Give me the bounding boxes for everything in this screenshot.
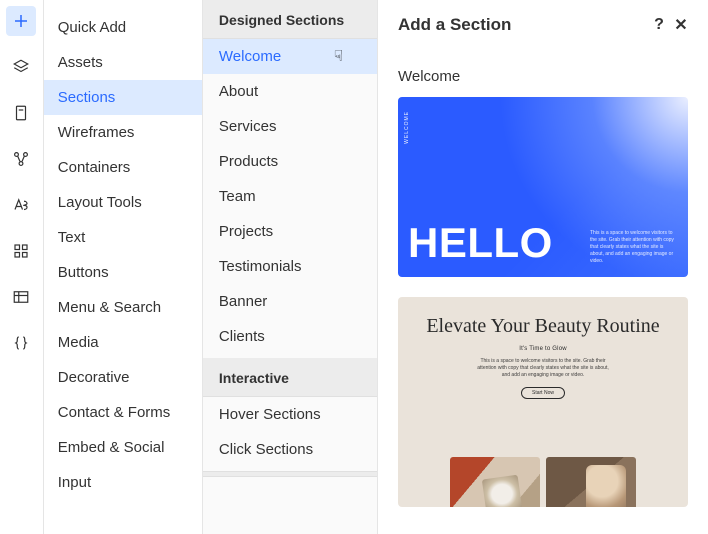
- sub-item-products[interactable]: Products: [203, 144, 377, 179]
- plus-icon[interactable]: [6, 6, 36, 36]
- sub-item-about[interactable]: About: [203, 74, 377, 109]
- beauty-image-2: [546, 457, 636, 507]
- hello-blurb: This is a space to welcome visitors to t…: [590, 230, 678, 265]
- preview-list: WELCOME HELLO This is a space to welcome…: [378, 97, 708, 534]
- category-quick-add[interactable]: Quick Add: [44, 10, 202, 45]
- braces-icon[interactable]: [6, 328, 36, 358]
- preview-panel: Add a Section ? ✕ Welcome WELCOME HELLO …: [378, 0, 708, 534]
- layers-icon[interactable]: [6, 52, 36, 82]
- beauty-subtitle: It's Time to Glow: [398, 346, 688, 352]
- text-style-icon[interactable]: [6, 190, 36, 220]
- category-embed-social[interactable]: Embed & Social: [44, 430, 202, 465]
- sub-item-services[interactable]: Services: [203, 109, 377, 144]
- preview-card-hello[interactable]: WELCOME HELLO This is a space to welcome…: [398, 97, 688, 277]
- page-icon[interactable]: [6, 98, 36, 128]
- category-panel: Quick Add Assets Sections Wireframes Con…: [44, 0, 203, 534]
- sub-item-team[interactable]: Team: [203, 179, 377, 214]
- sub-panel: Designed Sections Welcome ☟ About Servic…: [203, 0, 378, 534]
- sub-header-interactive: Interactive: [203, 358, 377, 397]
- preview-title: Add a Section: [398, 15, 648, 35]
- table-icon[interactable]: [6, 282, 36, 312]
- beauty-image-row: [450, 457, 636, 507]
- section-filter-label: Welcome: [378, 44, 708, 97]
- category-sections[interactable]: Sections: [44, 80, 202, 115]
- apps-grid-icon[interactable]: [6, 236, 36, 266]
- category-menu-search[interactable]: Menu & Search: [44, 290, 202, 325]
- cursor-hand-icon: ☟: [334, 47, 343, 65]
- preview-card-beauty[interactable]: Elevate Your Beauty Routine It's Time to…: [398, 297, 688, 507]
- sub-item-welcome[interactable]: Welcome ☟: [203, 39, 377, 74]
- icon-rail: [0, 0, 44, 534]
- category-contact-forms[interactable]: Contact & Forms: [44, 395, 202, 430]
- sub-item-hover-sections[interactable]: Hover Sections: [203, 397, 377, 432]
- preview-header: Add a Section ? ✕: [378, 0, 708, 44]
- beauty-image-1: [450, 457, 540, 507]
- sub-item-clients[interactable]: Clients: [203, 319, 377, 354]
- category-media[interactable]: Media: [44, 325, 202, 360]
- help-button[interactable]: ?: [648, 14, 670, 36]
- structure-icon[interactable]: [6, 144, 36, 174]
- close-button[interactable]: ✕: [670, 14, 692, 36]
- beauty-cta-button: Start Now: [521, 387, 565, 399]
- category-wireframes[interactable]: Wireframes: [44, 115, 202, 150]
- category-text[interactable]: Text: [44, 220, 202, 255]
- hello-side-label: WELCOME: [404, 111, 410, 144]
- sub-panel-divider: [203, 471, 377, 477]
- category-containers[interactable]: Containers: [44, 150, 202, 185]
- category-buttons[interactable]: Buttons: [44, 255, 202, 290]
- sub-header-designed: Designed Sections: [203, 0, 377, 39]
- sub-item-testimonials[interactable]: Testimonials: [203, 249, 377, 284]
- category-decorative[interactable]: Decorative: [44, 360, 202, 395]
- category-input[interactable]: Input: [44, 465, 202, 500]
- sub-item-banner[interactable]: Banner: [203, 284, 377, 319]
- beauty-paragraph: This is a space to welcome visitors to t…: [473, 358, 613, 379]
- beauty-title: Elevate Your Beauty Routine: [398, 315, 688, 338]
- category-assets[interactable]: Assets: [44, 45, 202, 80]
- category-layout-tools[interactable]: Layout Tools: [44, 185, 202, 220]
- sub-item-projects[interactable]: Projects: [203, 214, 377, 249]
- hello-headline: HELLO: [408, 219, 553, 267]
- sub-item-label: Welcome: [219, 48, 281, 65]
- sub-item-click-sections[interactable]: Click Sections: [203, 432, 377, 467]
